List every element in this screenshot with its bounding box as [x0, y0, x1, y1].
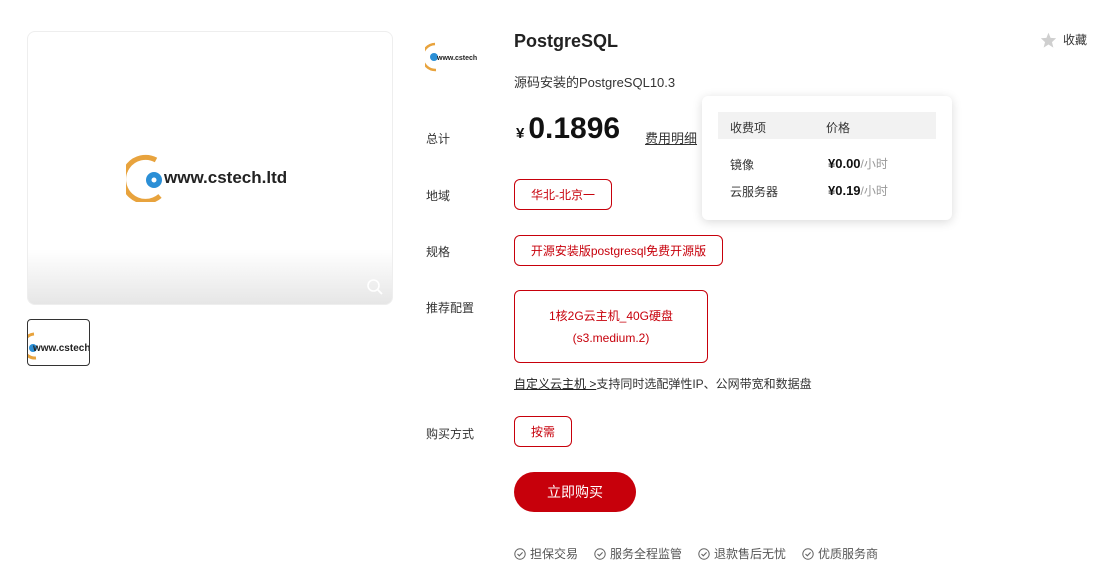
header-item: 收费项	[730, 121, 767, 135]
fee-price: ¥0.19/小时	[828, 183, 888, 198]
guarantee-item: 担保交易	[514, 545, 578, 562]
label-region: 地域	[426, 189, 451, 203]
product-description: 源码安装的PostgreSQL10.3	[514, 75, 676, 90]
label-purchase-mode: 购买方式	[426, 427, 475, 441]
product-title: PostgreSQL	[514, 31, 619, 51]
guarantee-list: 担保交易 服务全程监管 退款售后无忧 优质服务商	[514, 545, 878, 562]
currency-symbol: ¥	[516, 125, 525, 142]
product-image-main[interactable]: www.cstech.ltd	[27, 31, 393, 305]
cstech-logo: www.cstech.ltd	[126, 154, 287, 202]
cstech-logo-thumb: www.cstech	[28, 332, 90, 360]
spec-option[interactable]: 开源安装版postgresql免费开源版	[514, 235, 723, 266]
fee-table-header: 收费项 价格	[718, 112, 936, 139]
fee-detail-link[interactable]: 费用明细	[645, 128, 697, 147]
check-circle-icon	[698, 547, 710, 560]
custom-host-line: 自定义云主机 >支持同时选配弹性IP、公网带宽和数据盘	[514, 375, 812, 392]
check-circle-icon	[802, 547, 814, 560]
svg-text:www.cstech: www.cstech	[32, 343, 90, 354]
label-total: 总计	[426, 132, 451, 146]
fee-detail-popover: 收费项 价格 镜像 ¥0.00/小时 云服务器 ¥0.19/小时	[702, 96, 952, 220]
purchase-mode-option[interactable]: 按需	[514, 416, 572, 447]
svg-text:www.cstech.ltd: www.cstech.ltd	[436, 55, 477, 62]
guarantee-label: 服务全程监管	[610, 547, 683, 561]
guarantee-item: 服务全程监管	[594, 545, 682, 562]
fee-price: ¥0.00/小时	[828, 156, 888, 171]
price-amount: 0.1896	[528, 112, 621, 145]
config-line-2: (s3.medium.2)	[572, 330, 650, 345]
custom-host-text: 支持同时选配弹性IP、公网带宽和数据盘	[596, 377, 812, 391]
svg-text:www.cstech.ltd: www.cstech.ltd	[163, 168, 287, 187]
fee-item: 镜像	[730, 158, 755, 172]
config-line-1: 1核2G云主机_40G硬盘	[548, 308, 674, 323]
buy-now-button[interactable]: 立即购买	[514, 472, 636, 512]
favorite-label: 收藏	[1063, 33, 1088, 47]
zoom-icon[interactable]	[366, 278, 384, 296]
fee-item: 云服务器	[730, 185, 779, 199]
star-icon	[1040, 32, 1057, 48]
total-price: ¥ 0.1896	[516, 112, 620, 146]
region-option[interactable]: 华北-北京一	[514, 179, 612, 210]
recommended-config-option[interactable]: 1核2G云主机_40G硬盘 (s3.medium.2)	[514, 290, 708, 363]
fee-row: 镜像 ¥0.00/小时	[718, 153, 936, 173]
guarantee-item: 优质服务商	[802, 545, 878, 562]
header-price: 价格	[826, 121, 851, 135]
guarantee-label: 担保交易	[530, 547, 579, 561]
vendor-logo: www.cstech.ltd	[425, 42, 477, 72]
label-spec: 规格	[426, 245, 451, 259]
guarantee-item: 退款售后无忧	[698, 545, 786, 562]
guarantee-label: 退款售后无忧	[714, 547, 787, 561]
fee-row: 云服务器 ¥0.19/小时	[718, 180, 936, 200]
check-circle-icon	[594, 547, 606, 560]
label-recommended-config: 推荐配置	[426, 301, 475, 315]
product-thumbnail[interactable]: www.cstech	[27, 319, 90, 366]
check-circle-icon	[514, 547, 526, 560]
guarantee-label: 优质服务商	[818, 547, 879, 561]
favorite-button[interactable]: 收藏	[1040, 31, 1087, 48]
custom-host-link[interactable]: 自定义云主机 >	[514, 377, 596, 391]
